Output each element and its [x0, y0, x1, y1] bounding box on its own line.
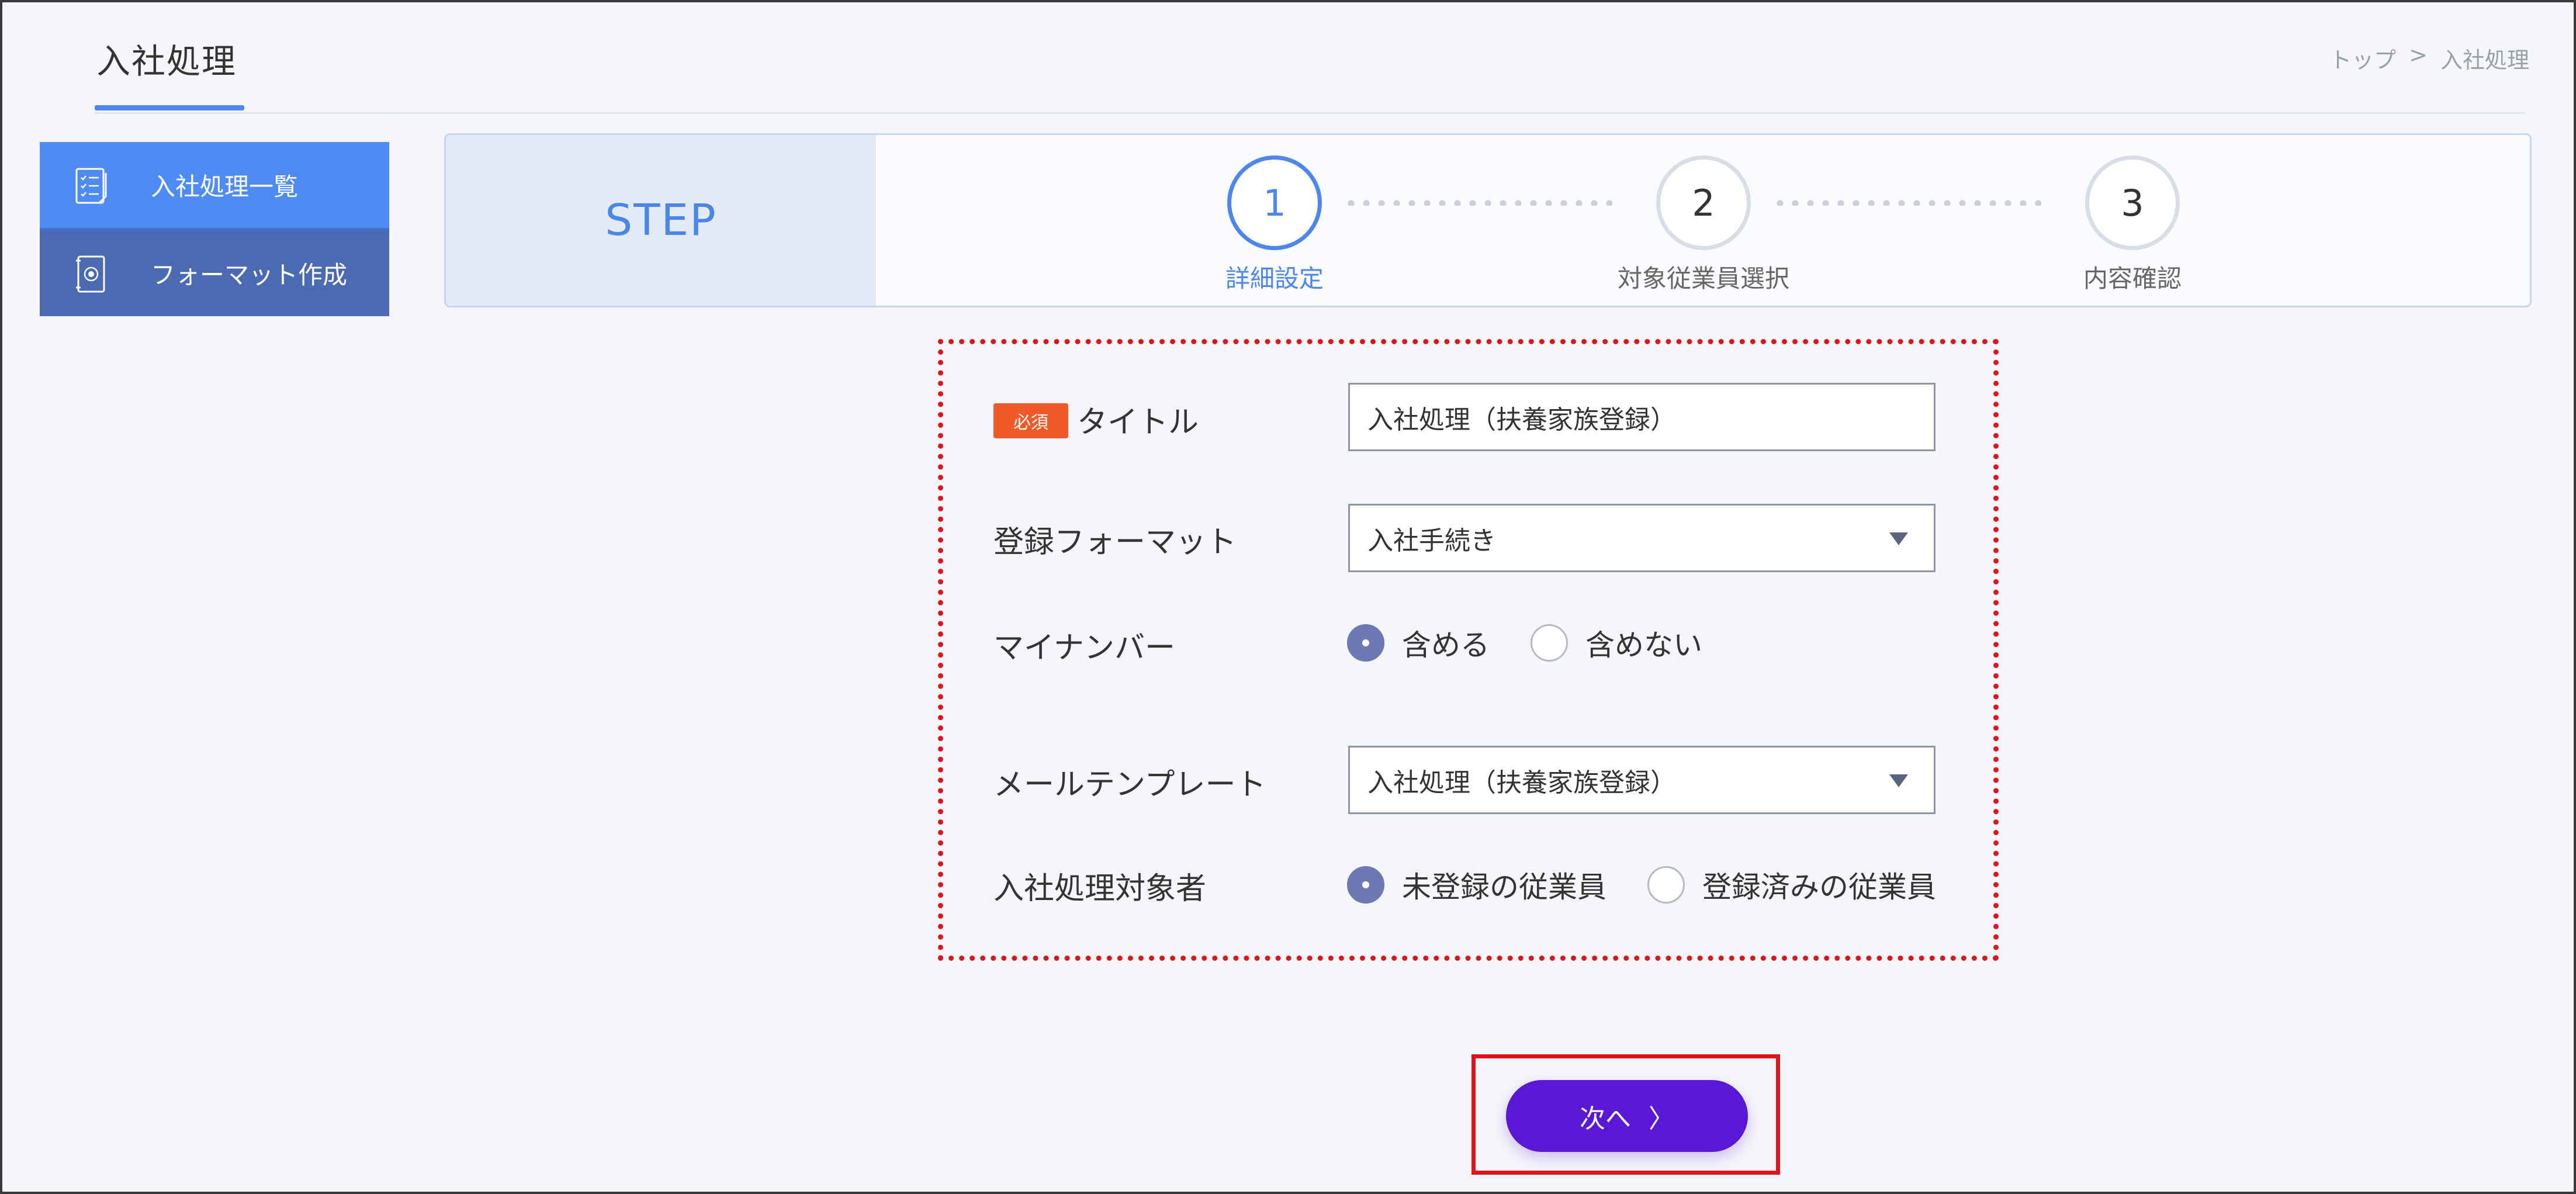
mail-template-value: 入社処理（扶養家族登録） [1367, 767, 1676, 798]
step-connector [1344, 200, 1612, 206]
next-button-label: 次へ [1580, 1104, 1631, 1133]
step-connector [1772, 200, 2041, 206]
format-label: 登録フォーマット [993, 525, 1237, 560]
mail-template-label: メールテンプレート [993, 767, 1266, 802]
step-3-circle: 3 [2085, 155, 2180, 250]
radio-unchecked[interactable] [1647, 866, 1685, 904]
title-input-value: 入社処理（扶養家族登録） [1367, 404, 1676, 435]
mynumber-include-option[interactable]: 含める [1347, 622, 1490, 664]
chevron-right-icon: 〉 [1649, 1104, 1674, 1133]
mynumber-radio-group: 含める 含めない [1347, 622, 1743, 664]
title-label: タイトル [1077, 405, 1199, 440]
radio-label: 登録済みの従業員 [1702, 870, 1936, 904]
title-input[interactable]: 入社処理（扶養家族登録） [1348, 383, 1936, 451]
sidebar-item-label: 入社処理一覧 [151, 172, 299, 201]
step-2-circle: 2 [1656, 155, 1751, 250]
sidebar-item-label: フォーマット作成 [151, 260, 348, 289]
step-2-label: 対象従業員選択 [1617, 264, 1789, 293]
mail-template-select[interactable]: 入社処理（扶養家族登録） [1348, 746, 1936, 814]
format-select[interactable]: 入社手続き [1348, 504, 1936, 572]
target-registered-option[interactable]: 登録済みの従業員 [1647, 864, 1936, 906]
mynumber-exclude-option[interactable]: 含めない [1531, 622, 1702, 664]
step-indicator: STEP 1 2 3 詳細設定 対象従業員選択 内容確認 [444, 133, 2532, 307]
header-divider [95, 112, 2526, 114]
step-1-circle: 1 [1227, 155, 1322, 250]
page-title: 入社処理 [96, 41, 237, 81]
target-label: 入社処理対象者 [993, 871, 1207, 906]
target-unregistered-option[interactable]: 未登録の従業員 [1347, 864, 1606, 906]
mynumber-label: マイナンバー [993, 631, 1175, 666]
radio-unchecked[interactable] [1531, 624, 1568, 662]
document-seal-icon [76, 255, 105, 293]
format-select-value: 入社手続き [1367, 525, 1496, 556]
radio-label: 含めない [1585, 628, 1702, 662]
breadcrumb-separator: > [2409, 42, 2428, 68]
next-button[interactable]: 次へ 〉 [1506, 1080, 1748, 1152]
radio-checked[interactable] [1347, 866, 1384, 904]
sidebar-item-onboarding-list[interactable]: 入社処理一覧 [40, 142, 389, 230]
sidebar: 入社処理一覧 フォーマット作成 [40, 142, 389, 316]
sidebar-item-format-create[interactable]: フォーマット作成 [40, 230, 389, 316]
step-3-label: 内容確認 [2083, 264, 2182, 293]
breadcrumb: トップ > 入社処理 [2329, 42, 2529, 74]
chevron-down-icon [1889, 532, 1908, 545]
checklist-icon [75, 168, 107, 204]
breadcrumb-top-link[interactable]: トップ [2329, 42, 2396, 74]
required-badge: 必須 [993, 403, 1068, 438]
chevron-down-icon [1889, 774, 1908, 787]
breadcrumb-current: 入社処理 [2440, 47, 2529, 73]
radio-checked[interactable] [1347, 624, 1384, 662]
title-underline [95, 105, 244, 110]
step-heading-area: STEP [446, 135, 876, 306]
radio-label: 含める [1402, 628, 1490, 662]
radio-label: 未登録の従業員 [1402, 870, 1606, 904]
step-heading: STEP [605, 195, 717, 245]
target-radio-group: 未登録の従業員 登録済みの従業員 [1347, 864, 1977, 906]
step-1-label: 詳細設定 [1225, 264, 1324, 293]
